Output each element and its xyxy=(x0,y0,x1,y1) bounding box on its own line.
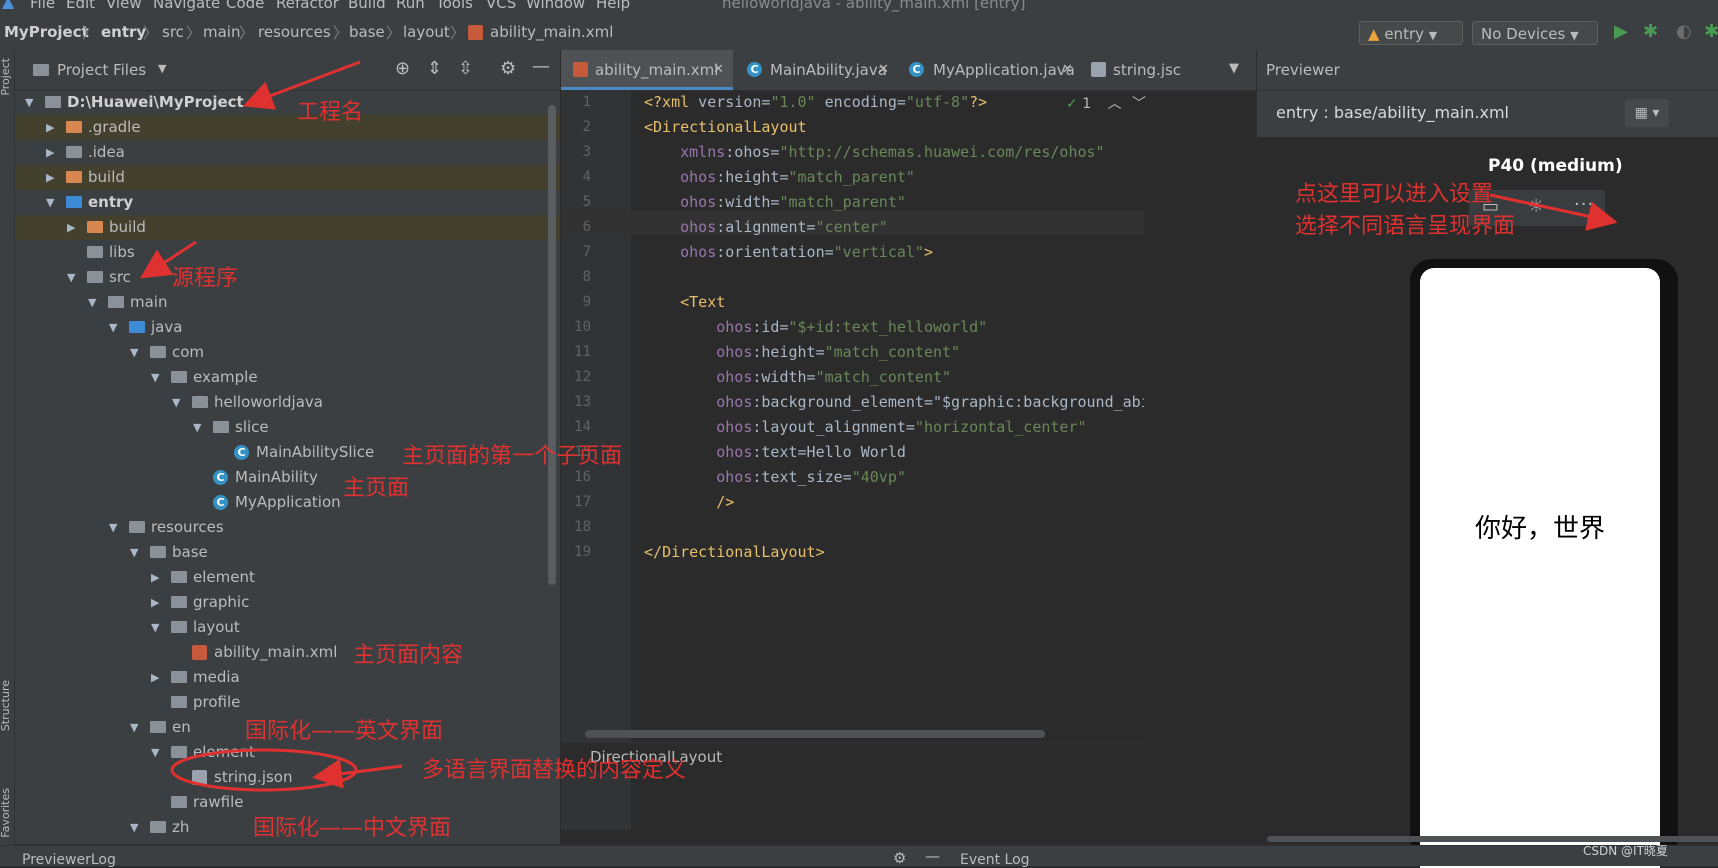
annotation-i18n-en: 国际化——英文界面 xyxy=(245,719,444,744)
annotation-settings-2: 选择不同语言呈现界面 xyxy=(1295,214,1516,239)
annotation-i18n-zh: 国际化——中文界面 xyxy=(253,816,452,841)
annotation-main-page: 主页面 xyxy=(343,476,410,501)
annotation-main-content: 主页面内容 xyxy=(353,643,464,668)
annotation-source: 源程序 xyxy=(172,266,239,291)
annotation-circle xyxy=(170,748,358,792)
annotation-multi-lang: 多语言界面替换的内容定义 xyxy=(422,758,687,783)
annotation-arrow xyxy=(312,758,403,789)
annotation-first-subpage: 主页面的第一个子页面 xyxy=(402,444,623,469)
annotation-settings-1: 点这里可以进入设置 xyxy=(1295,182,1494,207)
annotation-project-name: 工程名 xyxy=(297,100,364,125)
